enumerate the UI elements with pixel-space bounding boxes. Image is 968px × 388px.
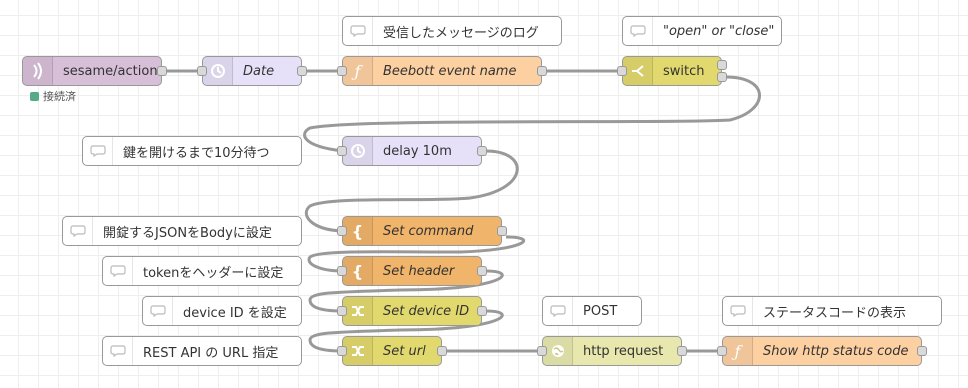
comment-label: 受信したメッセージのログ [383,25,539,41]
mqtt-in-node[interactable]: sesame/action [22,56,162,86]
comment-icon [343,17,373,45]
comment-icon [143,297,173,325]
output-port[interactable] [297,66,307,76]
timer-icon [203,57,233,85]
comment-node[interactable]: 受信したメッセージのログ [342,16,562,46]
input-port[interactable] [337,226,347,236]
input-port[interactable] [337,306,347,316]
input-port[interactable] [337,146,347,156]
comment-icon [103,257,133,285]
node-label: delay 10m [383,143,452,159]
bridge-icon [23,57,53,85]
template-icon: { [343,217,373,245]
timer-icon [343,137,373,165]
shuffle-icon [343,337,373,365]
node-label: switch [663,63,705,79]
output-port[interactable] [477,266,487,276]
template-icon: { [343,257,373,285]
node-label: Show http status code [763,343,909,359]
template-node[interactable]: { Set command [342,216,502,246]
comment-node[interactable]: device ID を設定 [142,296,302,326]
output-port-1[interactable] [717,60,727,70]
input-port[interactable] [537,346,547,356]
http-request-node[interactable]: http request [542,336,682,366]
shuffle-icon [343,297,373,325]
comment-node[interactable]: tokenをヘッダーに設定 [102,256,302,286]
comment-icon [723,297,753,325]
input-port[interactable] [337,346,347,356]
debug-toggle[interactable] [917,346,927,356]
change-node[interactable]: Set url [342,336,442,366]
comment-label: 鍵を開けるまで10分待つ [123,145,270,161]
output-port-2[interactable] [717,72,727,82]
output-port[interactable] [677,346,687,356]
input-port[interactable] [197,66,207,76]
output-port[interactable] [477,146,487,156]
function-node[interactable]: ƒ Beebott event name [342,56,542,86]
switch-node[interactable]: switch [622,56,722,86]
node-label: Set device ID [383,303,470,319]
node-label: Beebott event name [383,63,517,79]
input-port[interactable] [717,346,727,356]
comment-label: tokenをヘッダーに設定 [143,265,284,281]
comment-label: ステータスコードの表示 [763,305,907,321]
comment-label: 開錠するJSONをBodyに設定 [103,225,272,241]
delay-node[interactable]: delay 10m [342,136,482,166]
node-label: sesame/action [63,63,158,79]
comment-node[interactable]: REST API の URL 指定 [102,336,302,366]
comment-label: REST API の URL 指定 [143,345,279,361]
input-port[interactable] [617,66,627,76]
status-text: 接続済 [43,90,76,103]
comment-label: POST [583,303,618,319]
comment-icon [63,217,93,245]
comment-node[interactable]: 鍵を開けるまで10分待つ [82,136,302,166]
input-port[interactable] [337,266,347,276]
comment-label: device ID を設定 [183,305,287,321]
node-label: Set url [383,343,426,359]
status-badge: 接続済 [30,88,76,104]
comment-icon [543,297,573,325]
node-label: http request [583,343,664,359]
comment-icon [83,137,113,165]
input-port[interactable] [337,66,347,76]
output-port[interactable] [477,306,487,316]
date-node[interactable]: Date [202,56,302,86]
comment-label: "open" or "close" [663,23,775,39]
comment-node[interactable]: ステータスコードの表示 [722,296,942,326]
globe-icon [543,337,573,365]
comment-node[interactable]: POST [542,296,642,326]
output-port[interactable] [497,226,507,236]
node-label: Set header [383,263,455,279]
change-node[interactable]: Set device ID [342,296,482,326]
output-port[interactable] [437,346,447,356]
output-port[interactable] [157,66,167,76]
node-label: Date [243,63,275,79]
switch-icon [623,57,653,85]
function-icon: ƒ [723,337,753,365]
status-dot [30,91,39,101]
output-port[interactable] [537,66,547,76]
comment-icon [623,17,653,45]
comment-icon [103,337,133,365]
function-node[interactable]: ƒ Show http status code [722,336,922,366]
template-node[interactable]: { Set header [342,256,482,286]
node-label: Set command [383,223,474,239]
comment-node[interactable]: "open" or "close" [622,16,782,46]
function-icon: ƒ [343,57,373,85]
comment-node[interactable]: 開錠するJSONをBodyに設定 [62,216,302,246]
